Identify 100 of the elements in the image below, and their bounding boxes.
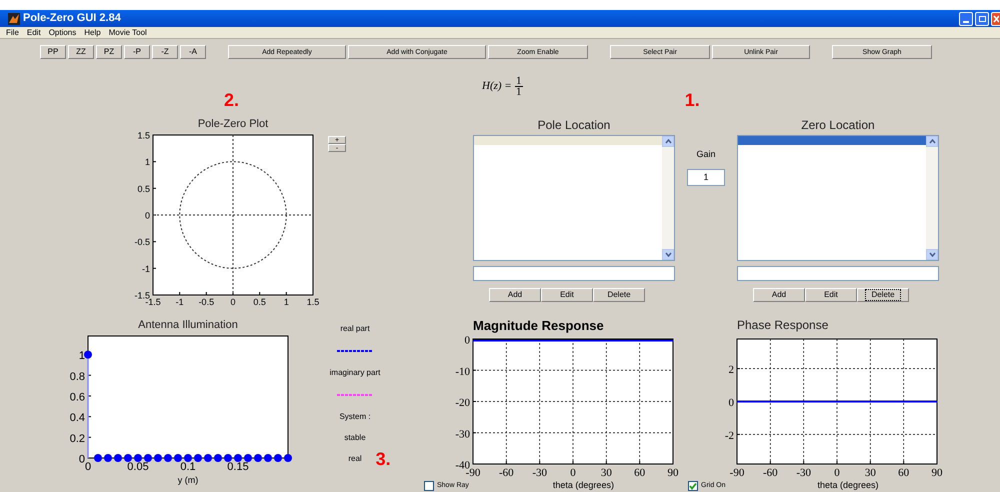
axis-label: theta (degrees): [552, 481, 614, 490]
tick-label: -60: [763, 467, 778, 479]
tick-label: 1: [144, 157, 150, 168]
stem-point: [164, 454, 172, 462]
stem-point: [154, 454, 162, 462]
app-logo-icon: [8, 12, 20, 24]
chart-title: Pole-Zero Plot: [198, 118, 268, 131]
tick-label: 0.05: [127, 461, 149, 473]
minimize-icon[interactable]: [959, 12, 973, 26]
stem-point: [144, 454, 152, 462]
stem-point: [234, 454, 242, 462]
action-button[interactable]: Edit: [541, 288, 593, 302]
axis-label: theta (degrees): [818, 481, 879, 490]
input-field[interactable]: [473, 266, 675, 281]
action-button[interactable]: Add: [753, 288, 805, 302]
system-status: real: [348, 452, 362, 464]
tick-label: -0.5: [198, 297, 214, 307]
toolbar-button[interactable]: -P: [124, 45, 150, 59]
stem-point: [284, 454, 292, 462]
tick-label: 0: [230, 297, 236, 307]
tick-label: 2: [728, 364, 734, 376]
checkbox[interactable]: [424, 480, 434, 490]
tick-label: 0: [834, 467, 840, 479]
tick-label: 0: [144, 210, 150, 220]
toolbar-button[interactable]: PP: [40, 45, 66, 59]
system-status: stable: [344, 432, 366, 444]
checkbox[interactable]: [688, 480, 698, 490]
tick-label: 0.8: [70, 370, 85, 383]
toolbar-button[interactable]: ZZ: [68, 45, 94, 59]
tick-label: -20: [455, 397, 470, 409]
tick-label: -2: [724, 430, 734, 442]
toolbar-button[interactable]: -Z: [152, 45, 178, 59]
action-button[interactable]: Delete: [593, 288, 645, 302]
numerator: 1: [516, 76, 522, 86]
tick-label: 30: [600, 467, 612, 479]
equation-lhs: H(z) =: [482, 79, 512, 94]
window-title: Pole-Zero GUI 2.84: [23, 11, 121, 26]
tick-label: -1: [176, 297, 184, 307]
chart-title: Antenna Illumination: [138, 318, 238, 332]
stem-point: [224, 454, 232, 462]
gain-field[interactable]: 1: [687, 169, 725, 186]
menu-item[interactable]: Help: [84, 28, 101, 36]
list-box[interactable]: [473, 135, 675, 261]
stem-point: [274, 454, 282, 462]
tick-label: 1: [284, 297, 289, 307]
legend-label: real part: [340, 323, 370, 335]
tick-label: 60: [634, 467, 646, 479]
tick-label: 0: [570, 467, 576, 479]
menu-item[interactable]: Edit: [26, 28, 41, 36]
stem-point: [184, 454, 192, 462]
scroll-down-icon[interactable]: [662, 249, 674, 260]
denominator: 1: [516, 87, 522, 97]
tick-label: 1.5: [137, 131, 150, 140]
chart-title: Phase Response: [737, 318, 828, 333]
stem-point: [124, 454, 132, 462]
tick-label: 30: [864, 467, 876, 479]
scroll-down-icon[interactable]: [926, 249, 938, 260]
tick-label: -90: [730, 467, 744, 479]
scroll-up-icon[interactable]: [662, 136, 674, 147]
tick-label: 0: [728, 397, 734, 409]
section-number: 3.: [376, 448, 391, 468]
stem-point: [104, 454, 112, 462]
tick-label: -30: [532, 467, 547, 479]
stem-point: [134, 454, 142, 462]
tick-label: -0.5: [134, 237, 150, 248]
scrollbar[interactable]: [926, 136, 938, 260]
tick-label: 0.5: [137, 184, 150, 194]
list-box[interactable]: [737, 135, 939, 261]
menu-item[interactable]: Movie Tool: [108, 28, 147, 36]
action-button[interactable]: Delete: [857, 288, 909, 302]
tick-label: 90: [668, 467, 678, 479]
tick-label: 0.6: [70, 391, 85, 404]
system-status: System :: [339, 410, 371, 422]
panel-title: Pole Location: [536, 118, 612, 134]
tick-label: -10: [455, 366, 470, 378]
tick-label: 1: [78, 350, 85, 362]
tick-label: 0.1: [180, 461, 196, 473]
tick-label: 1.5: [306, 297, 320, 307]
menu-item[interactable]: File: [6, 28, 19, 36]
scrollbar[interactable]: [662, 136, 674, 260]
stem-point: [174, 454, 182, 462]
toolbar-button[interactable]: PZ: [96, 45, 122, 59]
stem-point: [204, 454, 212, 462]
axis-label: y (m): [178, 474, 198, 486]
stem-point: [94, 454, 102, 462]
tick-label: 0.4: [70, 412, 85, 424]
menu-item[interactable]: Options: [48, 28, 76, 36]
stem-point: [244, 454, 252, 462]
legend-label: imaginary part: [330, 367, 380, 379]
restore-icon[interactable]: [975, 12, 989, 26]
tick-label: -30: [455, 428, 470, 440]
action-button[interactable]: Add: [489, 288, 541, 302]
tick-label: -30: [796, 467, 811, 479]
scroll-up-icon[interactable]: [926, 136, 938, 147]
close-icon[interactable]: [991, 12, 1000, 26]
input-field[interactable]: [737, 266, 939, 281]
tick-label: 0.15: [227, 461, 249, 473]
gain-label: Gain: [696, 150, 716, 159]
toolbar-button[interactable]: -A: [180, 45, 206, 59]
action-button[interactable]: Edit: [805, 288, 857, 302]
